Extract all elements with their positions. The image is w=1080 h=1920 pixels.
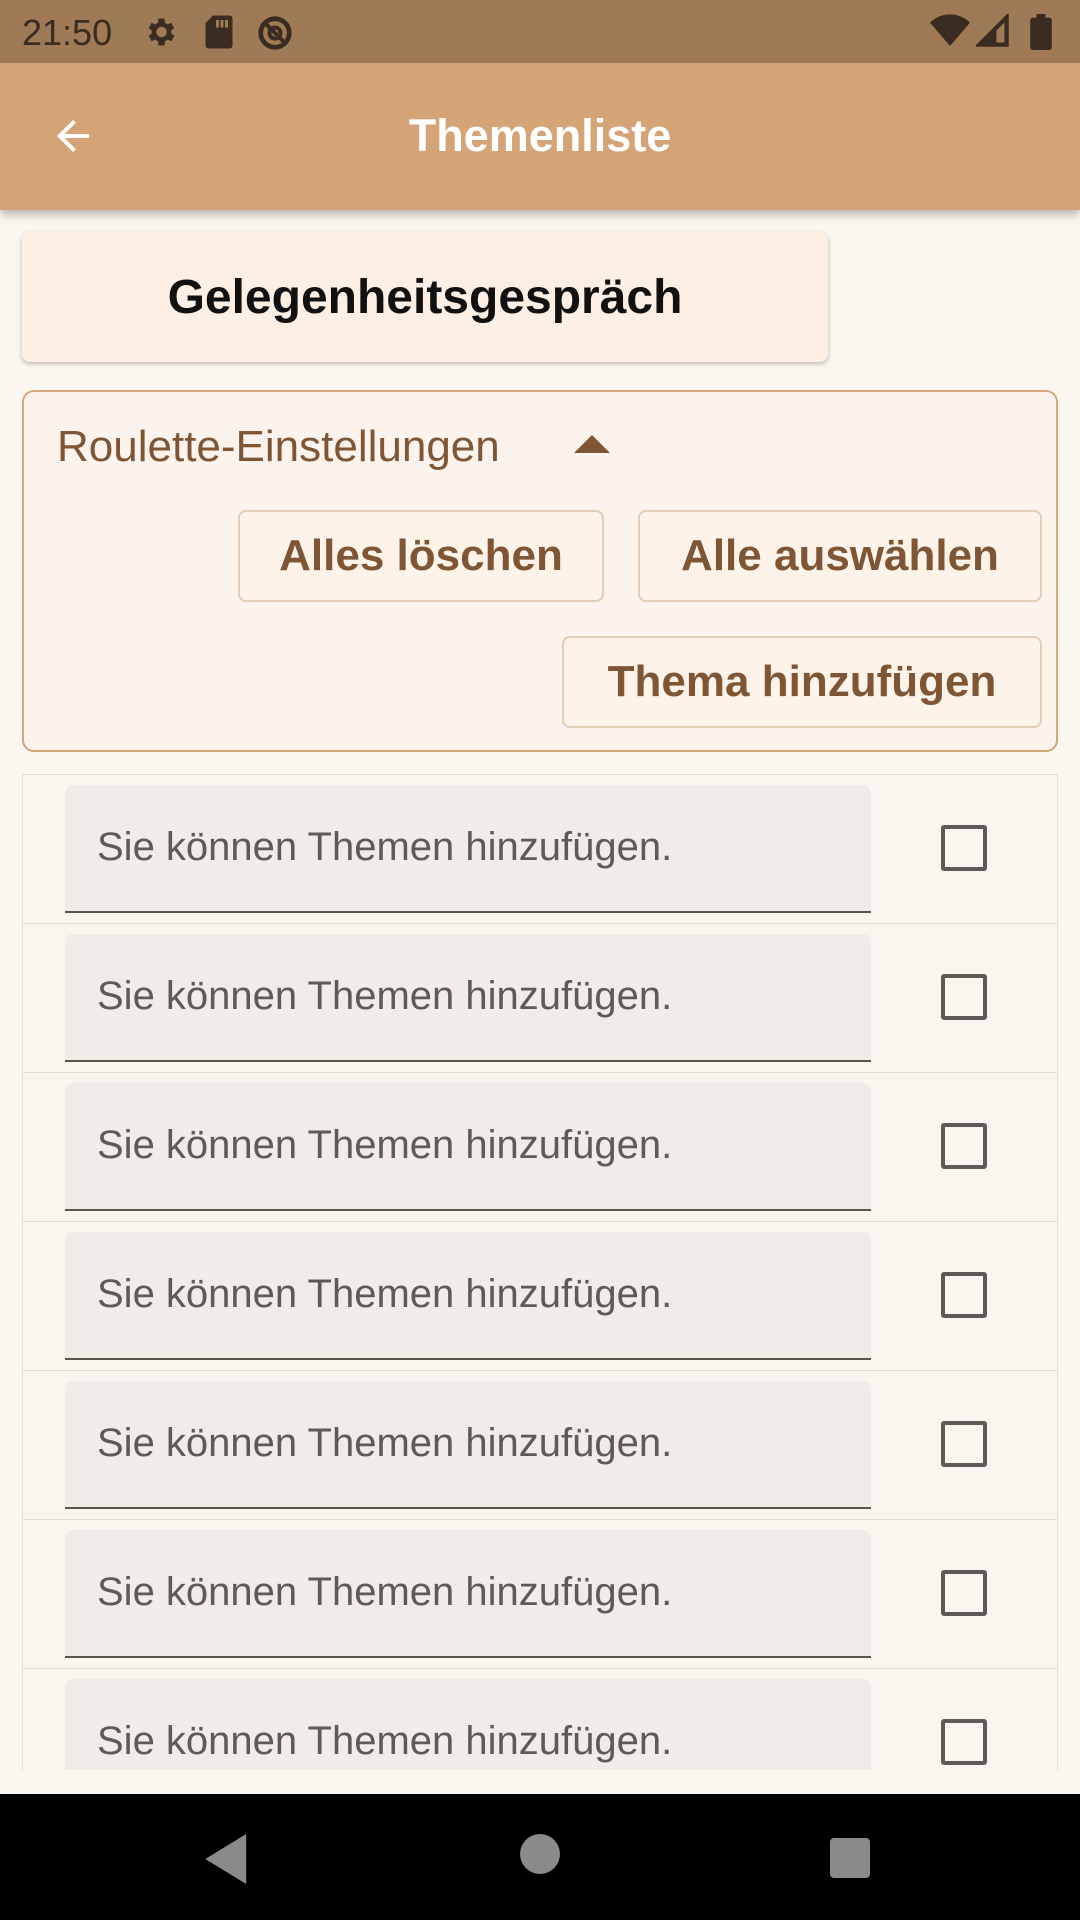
app-bar: Themenliste bbox=[0, 63, 1080, 210]
list-item: Sie können Themen hinzufügen. bbox=[23, 1370, 1057, 1519]
list-item: Sie können Themen hinzufügen. bbox=[23, 774, 1057, 923]
topic-input[interactable]: Sie können Themen hinzufügen. bbox=[65, 934, 871, 1062]
topic-input[interactable]: Sie können Themen hinzufügen. bbox=[65, 1083, 871, 1211]
topic-checkbox[interactable] bbox=[941, 1272, 987, 1318]
status-right-icons bbox=[930, 14, 1060, 50]
sd-card-icon bbox=[205, 15, 233, 49]
roulette-settings-panel: Roulette-Einstellungen Alles löschen All… bbox=[22, 390, 1058, 752]
topic-checkbox[interactable] bbox=[941, 825, 987, 871]
topic-placeholder: Sie können Themen hinzufügen. bbox=[97, 974, 673, 1018]
list-item: Sie können Themen hinzufügen. bbox=[23, 1668, 1057, 1770]
topic-input[interactable]: Sie können Themen hinzufügen. bbox=[65, 1679, 871, 1770]
topic-checkbox[interactable] bbox=[941, 974, 987, 1020]
list-item: Sie können Themen hinzufügen. bbox=[23, 1519, 1057, 1668]
main-content: Gelegenheitsgespräch Roulette-Einstellun… bbox=[0, 210, 1080, 1770]
topic-placeholder: Sie können Themen hinzufügen. bbox=[97, 1272, 673, 1316]
navigation-bar bbox=[0, 1794, 1080, 1920]
caret-up-icon[interactable] bbox=[574, 432, 610, 456]
list-item: Sie können Themen hinzufügen. bbox=[23, 1072, 1057, 1221]
add-topic-button[interactable]: Thema hinzufügen bbox=[562, 636, 1042, 728]
topic-input[interactable]: Sie können Themen hinzufügen. bbox=[65, 1530, 871, 1658]
topic-checkbox[interactable] bbox=[941, 1570, 987, 1616]
nav-home-icon[interactable] bbox=[520, 1834, 560, 1874]
status-time: 21:50 bbox=[22, 12, 113, 53]
topic-input[interactable]: Sie können Themen hinzufügen. bbox=[65, 1232, 871, 1360]
topic-checkbox[interactable] bbox=[941, 1719, 987, 1765]
select-all-button[interactable]: Alle auswählen bbox=[638, 510, 1042, 602]
conversation-mode-button[interactable]: Gelegenheitsgespräch bbox=[22, 232, 828, 362]
topic-input[interactable]: Sie können Themen hinzufügen. bbox=[65, 1381, 871, 1509]
topic-placeholder: Sie können Themen hinzufügen. bbox=[97, 1123, 673, 1167]
topic-placeholder: Sie können Themen hinzufügen. bbox=[97, 1570, 673, 1614]
list-item: Sie können Themen hinzufügen. bbox=[23, 923, 1057, 1072]
clear-all-button[interactable]: Alles löschen bbox=[238, 510, 604, 602]
wifi-icon bbox=[930, 14, 970, 46]
topic-list: Sie können Themen hinzufügen. Sie können… bbox=[22, 774, 1058, 1770]
status-bar: 21:50 bbox=[0, 0, 1080, 63]
battery-icon bbox=[1030, 14, 1052, 50]
topic-checkbox[interactable] bbox=[941, 1421, 987, 1467]
topic-placeholder: Sie können Themen hinzufügen. bbox=[97, 1421, 673, 1465]
signal-icon bbox=[976, 14, 1009, 47]
topic-checkbox[interactable] bbox=[941, 1123, 987, 1169]
list-item: Sie können Themen hinzufügen. bbox=[23, 1221, 1057, 1370]
settings-title[interactable]: Roulette-Einstellungen bbox=[57, 422, 500, 472]
settings-icon bbox=[148, 18, 175, 46]
data-saver-icon bbox=[258, 16, 292, 50]
nav-back-icon[interactable] bbox=[205, 1834, 251, 1884]
page-title: Themenliste bbox=[408, 110, 672, 161]
nav-recents-icon[interactable] bbox=[830, 1838, 870, 1878]
topic-placeholder: Sie können Themen hinzufügen. bbox=[97, 1719, 673, 1763]
topic-input[interactable]: Sie können Themen hinzufügen. bbox=[65, 785, 871, 913]
topic-placeholder: Sie können Themen hinzufügen. bbox=[97, 825, 673, 869]
